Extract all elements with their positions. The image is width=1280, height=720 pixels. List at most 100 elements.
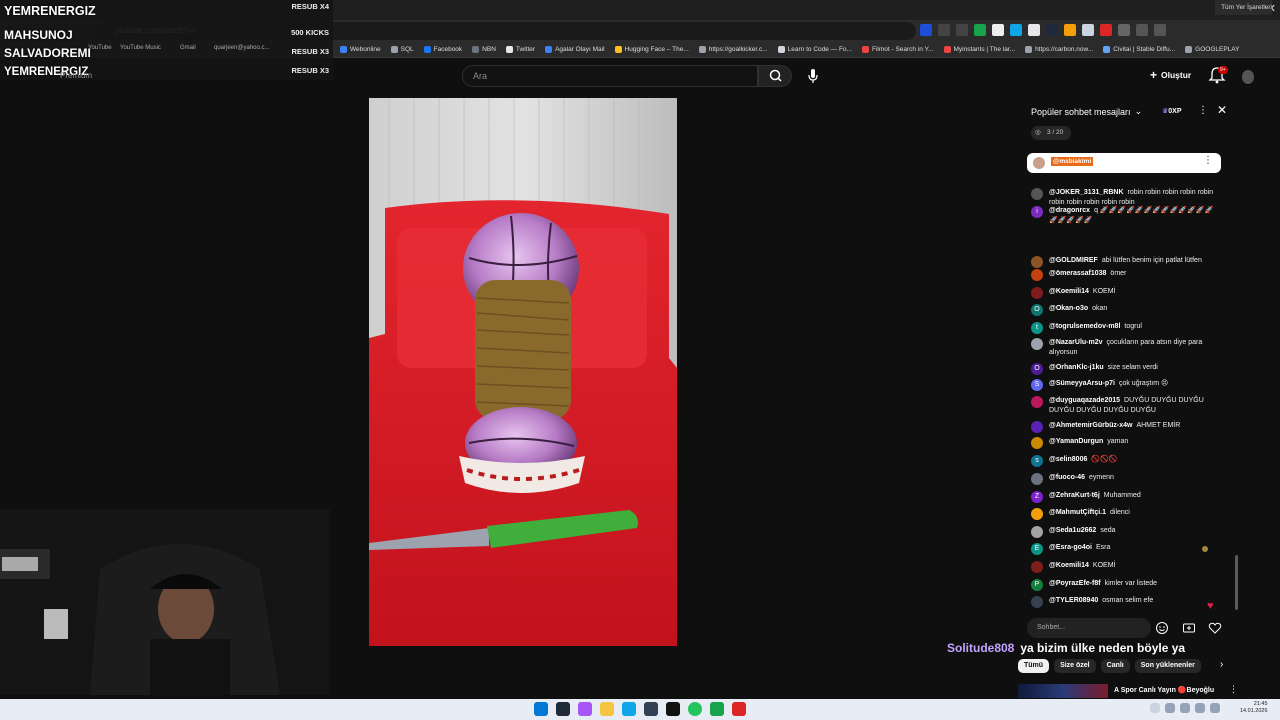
avatar[interactable] bbox=[1031, 287, 1043, 299]
file-explorer-icon[interactable] bbox=[600, 702, 614, 716]
close-icon[interactable]: ✕ bbox=[1217, 103, 1227, 117]
avatar[interactable]: E bbox=[1031, 543, 1043, 555]
more-options-icon[interactable]: ⋮ bbox=[1203, 155, 1213, 166]
chat-username[interactable]: @JOKER_3131_RBNK bbox=[1049, 189, 1124, 196]
avatar[interactable] bbox=[1031, 473, 1043, 485]
search-input[interactable]: Ara bbox=[462, 65, 758, 87]
wifi-icon[interactable] bbox=[1180, 703, 1190, 713]
more-options-icon[interactable]: ⋮ bbox=[1229, 684, 1238, 695]
windows-start-icon[interactable] bbox=[534, 702, 548, 716]
avatar[interactable] bbox=[1031, 561, 1043, 573]
chat-username[interactable]: @Esra-go4oi bbox=[1049, 544, 1092, 551]
battery-icon[interactable] bbox=[1210, 703, 1220, 713]
task-view-icon[interactable] bbox=[556, 702, 570, 716]
avatar[interactable] bbox=[1031, 508, 1043, 520]
search-button[interactable] bbox=[758, 65, 792, 87]
chip-for-you[interactable]: Size özel bbox=[1054, 659, 1096, 673]
extension-icon[interactable] bbox=[1046, 24, 1058, 36]
chat-username[interactable]: @AhmetemirGürbüz-x4w bbox=[1049, 422, 1132, 429]
chat-username[interactable]: @ZehraKurt-t6j bbox=[1049, 492, 1100, 499]
chat-username[interactable]: @TYLER08940 bbox=[1049, 597, 1098, 604]
bookmark-item[interactable]: Webonline bbox=[340, 42, 381, 57]
avatar[interactable] bbox=[1031, 437, 1043, 449]
app-icon[interactable] bbox=[732, 702, 746, 716]
app-icon[interactable] bbox=[710, 702, 724, 716]
avatar[interactable]: s bbox=[1031, 455, 1043, 467]
super-chat-icon[interactable] bbox=[1182, 621, 1196, 635]
create-button[interactable]: + Oluştur bbox=[1150, 68, 1191, 82]
voice-search-button[interactable] bbox=[803, 66, 823, 86]
bookmark-item[interactable]: Civitai | Stable Diffu... bbox=[1103, 42, 1175, 57]
chat-username[interactable]: @OrhanKlc-j1ku bbox=[1049, 364, 1104, 371]
emoji-icon[interactable] bbox=[1155, 621, 1169, 635]
clock[interactable]: 21:45 14.01.2026 bbox=[1240, 701, 1268, 715]
chip-recent[interactable]: Son yüklenenler bbox=[1134, 659, 1201, 673]
avatar[interactable] bbox=[1031, 338, 1043, 350]
video-player[interactable] bbox=[369, 98, 677, 646]
avatar[interactable] bbox=[1031, 256, 1043, 268]
chat-username[interactable]: @MahmutÇiftçi.1 bbox=[1049, 509, 1106, 516]
chat-mode-dropdown[interactable]: Popüler sohbet mesajları ⌄ bbox=[1031, 106, 1142, 117]
avatar[interactable]: O bbox=[1031, 363, 1043, 375]
bookmark-item[interactable]: Myinstants | The lar... bbox=[943, 42, 1015, 57]
chat-username[interactable]: @Okan-o3o bbox=[1049, 305, 1088, 312]
copilot-icon[interactable] bbox=[578, 702, 592, 716]
bookmark-item[interactable]: https://carbon.now... bbox=[1025, 42, 1093, 57]
extension-icon[interactable] bbox=[956, 24, 968, 36]
chip-all[interactable]: Tümü bbox=[1018, 659, 1050, 673]
avatar[interactable]: S bbox=[1031, 379, 1043, 391]
chat-username[interactable]: @togrulsemedov-m8l bbox=[1049, 323, 1120, 330]
extension-icon[interactable] bbox=[1100, 24, 1112, 36]
extension-icon[interactable] bbox=[1028, 24, 1040, 36]
avatar[interactable]: t bbox=[1031, 322, 1043, 334]
extension-icon[interactable] bbox=[1010, 24, 1022, 36]
avatar[interactable] bbox=[1031, 421, 1043, 433]
chat-username[interactable]: @duyguaqazade2015 bbox=[1049, 397, 1120, 404]
bookmark-item[interactable]: Twitter bbox=[505, 42, 535, 57]
chat-username[interactable]: @fuoco-46 bbox=[1049, 474, 1085, 481]
extension-icon[interactable] bbox=[992, 24, 1004, 36]
bookmark-item[interactable]: Learn to Code — Fo... bbox=[777, 42, 852, 57]
chevron-right-icon[interactable]: › bbox=[1220, 659, 1223, 670]
extension-icon[interactable] bbox=[920, 24, 932, 36]
extension-icon[interactable] bbox=[1082, 24, 1094, 36]
all-bookmarks[interactable]: Tüm Yer İşaretleri bbox=[1215, 0, 1272, 15]
bookmark-item[interactable]: Facebook bbox=[423, 42, 462, 57]
chat-username[interactable]: @PoyrazEfe-f8f bbox=[1049, 580, 1101, 587]
avatar[interactable]: i bbox=[1031, 206, 1043, 218]
app-icon[interactable] bbox=[666, 702, 680, 716]
pinned-banner[interactable]: @msbiakimi ⋮ bbox=[1027, 153, 1221, 173]
chat-username[interactable]: @GOLDMIREF bbox=[1049, 257, 1098, 264]
chat-username[interactable]: @Koemili14 bbox=[1049, 562, 1089, 569]
download-icon[interactable] bbox=[1136, 24, 1148, 36]
bookmark-item[interactable]: GOOGLEPLAY bbox=[1185, 42, 1239, 57]
puzzle-icon[interactable] bbox=[1118, 24, 1130, 36]
edge-icon[interactable] bbox=[622, 702, 636, 716]
chip-live[interactable]: Canlı bbox=[1100, 659, 1130, 673]
avatar[interactable]: Z bbox=[1031, 491, 1043, 503]
chrome-icon[interactable] bbox=[688, 702, 702, 716]
chat-username[interactable]: @selin8006 bbox=[1049, 456, 1087, 463]
avatar[interactable] bbox=[1031, 526, 1043, 538]
chat-username[interactable]: @YamanDurgun bbox=[1049, 438, 1103, 445]
avatar[interactable] bbox=[1031, 396, 1043, 408]
volume-icon[interactable] bbox=[1195, 703, 1205, 713]
chat-progress-pill[interactable]: ◎ 3 / 20 bbox=[1031, 126, 1071, 140]
chevron-up-icon[interactable] bbox=[1150, 703, 1160, 713]
bookmark-item[interactable]: Agalar Olayı Mail bbox=[545, 42, 605, 57]
heart-icon[interactable] bbox=[1208, 621, 1222, 635]
bookmark-item[interactable]: NBN bbox=[472, 42, 496, 57]
extension-icon[interactable] bbox=[974, 24, 986, 36]
chat-username[interactable]: @Koemili14 bbox=[1049, 288, 1089, 295]
chat-username[interactable]: @NazarUlu-m2v bbox=[1049, 339, 1103, 346]
chat-username[interactable]: @SümeyyaArsu-p7i bbox=[1049, 380, 1115, 387]
extension-icon[interactable] bbox=[938, 24, 950, 36]
avatar[interactable] bbox=[1031, 188, 1043, 200]
video-thumbnail[interactable] bbox=[1018, 684, 1108, 698]
app-icon[interactable] bbox=[1165, 703, 1175, 713]
xp-badge[interactable]: ♛0XP bbox=[1162, 107, 1182, 115]
extension-icon[interactable] bbox=[1064, 24, 1076, 36]
avatar[interactable]: P bbox=[1031, 579, 1043, 591]
more-options-icon[interactable]: ⋮ bbox=[1198, 105, 1208, 116]
store-icon[interactable] bbox=[644, 702, 658, 716]
